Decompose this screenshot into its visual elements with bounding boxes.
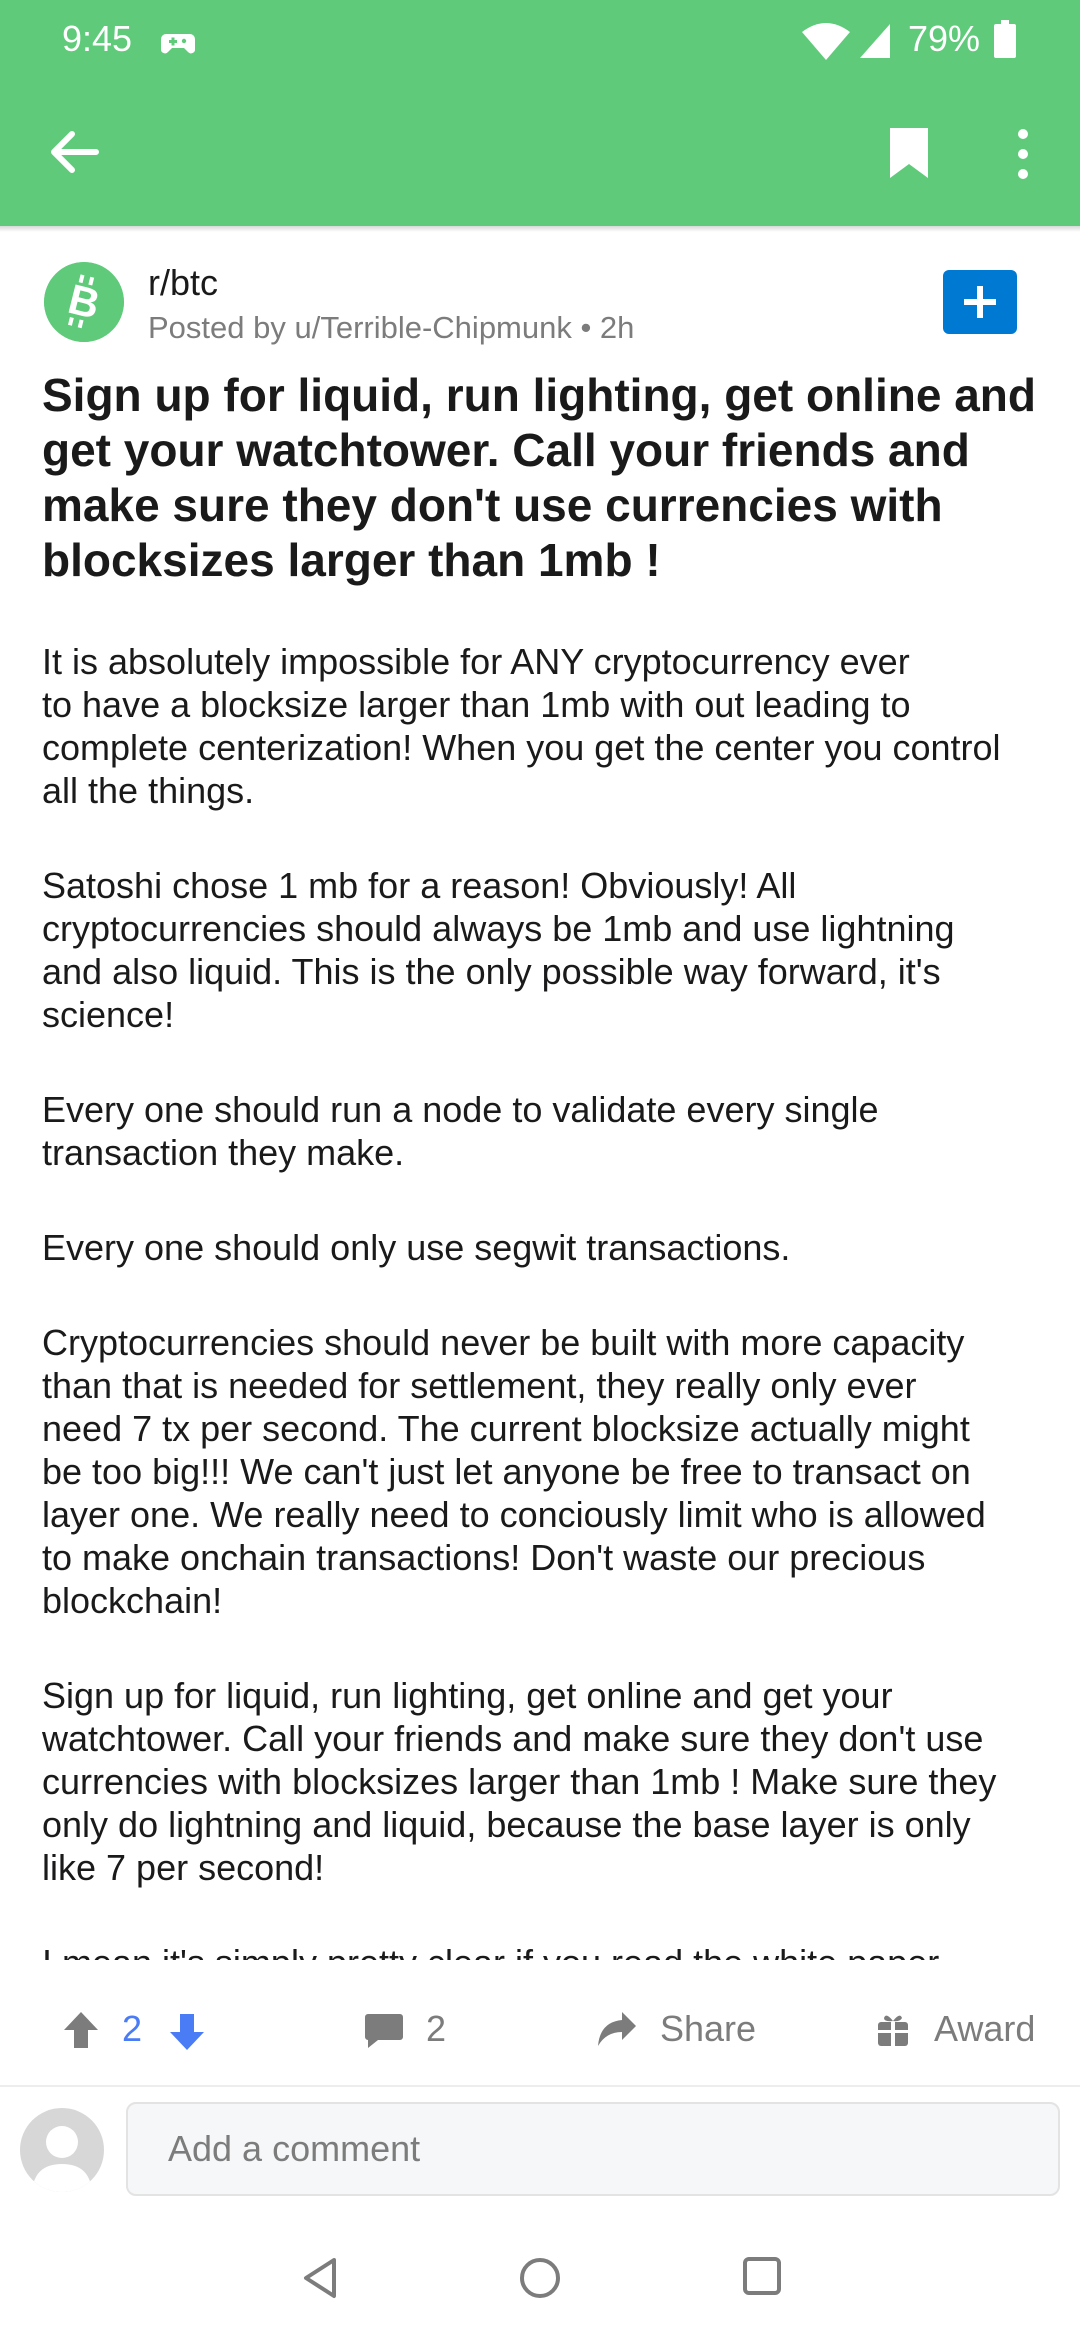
comment-bubble-icon[interactable] [364, 2012, 404, 2050]
comment-count[interactable]: 2 [426, 2008, 446, 2050]
post-paragraph: Every one should only use segwit transac… [42, 1227, 791, 1268]
status-time: 9:45 [62, 18, 133, 59]
post-paragraph: I mean it's simply pretty clear if you r… [42, 1941, 1052, 1960]
app-header: 9:45 79% [0, 0, 1080, 226]
downvote-arrow-icon[interactable] [168, 2012, 206, 2052]
user-silhouette-icon [32, 2126, 92, 2192]
post-paragraph: It is absolutely impossible for ANY cryp… [42, 641, 1001, 811]
vote-score: 2 [122, 2008, 143, 2049]
share-arrow-icon[interactable] [596, 2010, 638, 2048]
user-avatar [20, 2108, 104, 2192]
wifi-icon [802, 23, 850, 60]
upvote-arrow-icon[interactable] [62, 2010, 100, 2050]
award-button[interactable]: Award [934, 2008, 1035, 2050]
game-controller-icon [160, 34, 196, 54]
subreddit-name[interactable]: r/btc [148, 262, 218, 304]
join-button[interactable] [943, 270, 1017, 334]
back-arrow-icon[interactable] [48, 130, 100, 174]
post-paragraph: Satoshi chose 1 mb for a reason! Obvious… [42, 865, 955, 1035]
nav-recents-icon[interactable] [742, 2256, 782, 2296]
post-body: It is absolutely impossible for ANY cryp… [42, 640, 1052, 1960]
post-meta[interactable]: Posted by u/Terrible-Chipmunk • 2h [148, 310, 634, 346]
gift-award-icon[interactable] [876, 2012, 910, 2048]
subreddit-avatar[interactable]: B [44, 262, 124, 342]
status-bar: 9:45 79% [0, 0, 1080, 80]
battery-icon [994, 20, 1016, 58]
more-vertical-icon[interactable] [1012, 128, 1034, 180]
post-paragraph: Every one should run a node to validate … [42, 1089, 879, 1173]
divider [0, 2085, 1080, 2087]
post-paragraph: Cryptocurrencies should never be built w… [42, 1322, 986, 1621]
signal-icon [860, 24, 890, 58]
share-button[interactable]: Share [660, 2008, 756, 2050]
post-title: Sign up for liquid, run lighting, get on… [42, 369, 1036, 586]
nav-back-icon[interactable] [300, 2256, 340, 2300]
bookmark-icon[interactable] [886, 126, 932, 180]
battery-percent: 79% [908, 18, 981, 59]
comment-input[interactable] [126, 2102, 1060, 2196]
header-shadow [0, 226, 1080, 232]
post-action-bar [0, 1995, 1080, 2085]
post-paragraph: Sign up for liquid, run lighting, get on… [42, 1675, 997, 1888]
nav-home-icon[interactable] [518, 2256, 562, 2300]
